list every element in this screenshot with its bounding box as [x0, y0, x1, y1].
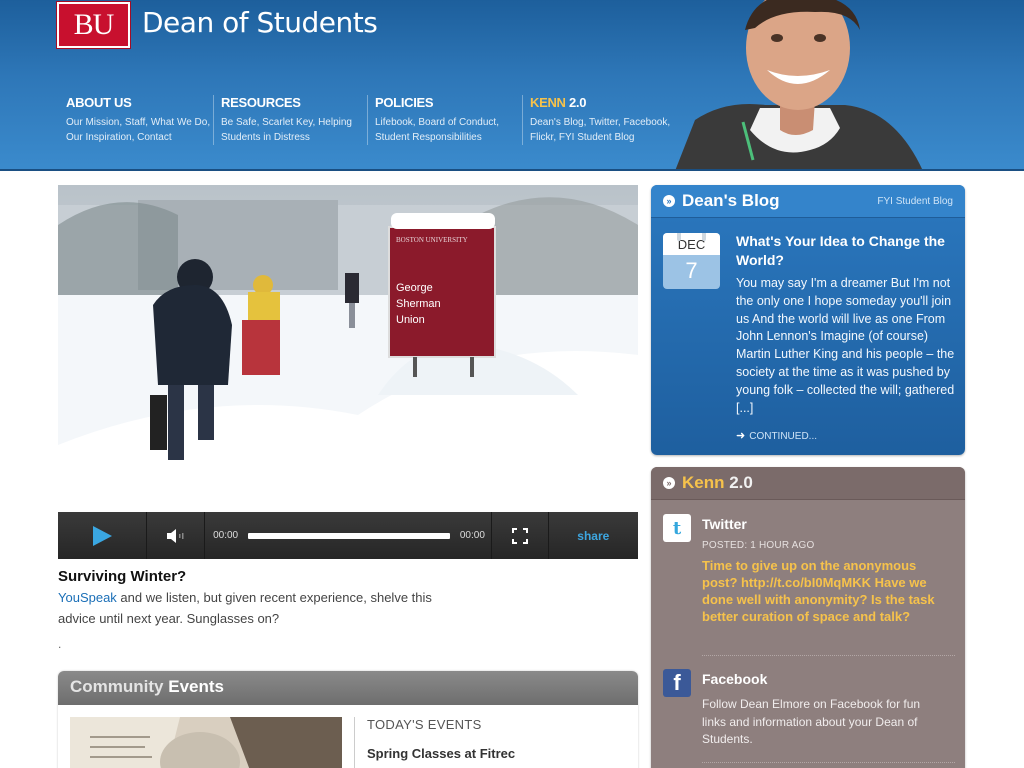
play-button[interactable] [58, 512, 148, 559]
kenn-title-highlight: Kenn [682, 473, 725, 492]
circle-arrow-icon: » [663, 195, 675, 207]
nav-subtitle: Dean's Blog, Twitter, Facebook, Flickr, … [530, 117, 671, 143]
nav-title: ABOUT US [66, 95, 132, 110]
caption-dot: . [58, 637, 62, 651]
video-controls: 00:00 00:00 share [58, 512, 638, 559]
todays-events-label: TODAY'S EVENTS [367, 717, 482, 732]
nav-title: RESOURCES [221, 95, 301, 110]
nav-item-resources[interactable]: RESOURCES Be Safe, Scarlet Key, Helping … [213, 95, 363, 145]
event-title[interactable]: Spring Classes at Fitrec [367, 746, 515, 761]
sign-line-2: Sherman [396, 298, 441, 310]
deans-blog-title[interactable]: Dean's Blog [682, 191, 780, 211]
video-caption: Surviving Winter? YouSpeak and we listen… [58, 568, 438, 629]
sign-line-1: George [396, 282, 433, 294]
video-player[interactable]: BOSTON UNIVERSITY George Sherman Union 0… [58, 185, 638, 559]
calendar-date-badge: DEC 7 [663, 233, 720, 289]
time-total: 00:00 [459, 530, 485, 541]
events-image[interactable] [70, 717, 342, 768]
bu-logo[interactable]: BU [57, 2, 130, 48]
share-label: share [577, 528, 610, 543]
volume-icon [166, 528, 184, 543]
volume-button[interactable] [147, 512, 206, 559]
deans-blog-header: » Dean's Blog FYI Student Blog [651, 185, 965, 218]
calendar-month: DEC [663, 233, 720, 255]
arrow-right-icon: ➜ [736, 430, 746, 442]
nav-subtitle: Lifebook, Board of Conduct, Student Resp… [375, 117, 499, 143]
nav-title-highlight: KENN [530, 95, 566, 110]
blog-post-excerpt: You may say I'm a dreamer But I'm not th… [736, 276, 955, 415]
play-icon [93, 525, 113, 546]
calendar-ring [702, 233, 706, 241]
blog-post-title[interactable]: What's Your Idea to Change the World? [736, 232, 958, 270]
video-still-snow-scene: BOSTON UNIVERSITY George Sherman Union [58, 185, 638, 512]
sign-line-3: Union [396, 314, 425, 326]
continued-link[interactable]: ➜ CONTINUED... [736, 429, 817, 442]
calendar-ring [677, 233, 681, 241]
site-title[interactable]: Dean of Students [142, 6, 378, 39]
kenn-header: » Kenn 2.0 [651, 467, 965, 500]
nav-subtitle: Be Safe, Scarlet Key, Helping Students i… [221, 117, 352, 143]
circle-arrow-icon: » [663, 477, 675, 489]
facebook-text: Follow Dean Elmore on Facebook for fun l… [702, 697, 921, 746]
nav-title: POLICIES [375, 95, 434, 110]
community-title-bold: Events [168, 677, 224, 696]
fullscreen-button[interactable] [490, 512, 549, 559]
community-title-light: Community [70, 677, 169, 696]
progress-bar[interactable] [248, 532, 450, 539]
video-caption-title[interactable]: Surviving Winter? [58, 568, 438, 585]
video-frame[interactable]: BOSTON UNIVERSITY George Sherman Union [58, 185, 638, 512]
video-caption-text: YouSpeak and we listen, but given recent… [58, 587, 438, 629]
fullscreen-icon [511, 527, 528, 544]
facebook-icon[interactable]: f [663, 669, 691, 697]
nav-item-policies[interactable]: POLICIES Lifebook, Board of Conduct, Stu… [367, 95, 517, 145]
fyi-student-blog-link[interactable]: FYI Student Blog [877, 196, 953, 207]
nav-item-about-us[interactable]: ABOUT US Our Mission, Staff, What We Do,… [66, 95, 216, 145]
divider [702, 762, 955, 763]
sign-top-text: BOSTON UNIVERSITY [396, 236, 468, 244]
student-portrait [675, 0, 923, 171]
nav-item-kenn[interactable]: KENN 2.0 Dean's Blog, Twitter, Facebook,… [522, 95, 672, 145]
calendar-day: 7 [685, 258, 698, 283]
nav-title-rest: 2.0 [565, 95, 587, 110]
deans-blog-panel: » Dean's Blog FYI Student Blog DEC 7 Wha… [651, 185, 965, 455]
site-header: BU Dean of Students ABOUT US Our Mission… [0, 0, 1024, 171]
continued-label: CONTINUED... [749, 431, 817, 442]
tweet-text[interactable]: Time to give up on the anonymous post? h… [702, 557, 952, 625]
logo-text: BU [73, 8, 115, 41]
twitter-icon[interactable]: t [663, 514, 691, 542]
community-events-panel: Community Events TODAY'S EVENTS Spring C… [58, 671, 638, 768]
nav-title: KENN 2.0 [530, 95, 672, 111]
nav-subtitle: Our Mission, Staff, What We Do, Our Insp… [66, 117, 211, 143]
kenn-title-rest: 2.0 [724, 473, 753, 492]
kenn-panel: » Kenn 2.0 t Twitter POSTED: 1 HOUR AGO … [651, 467, 965, 768]
twitter-label[interactable]: Twitter [702, 516, 747, 532]
share-button[interactable]: share [549, 512, 638, 559]
community-events-header: Community Events [58, 671, 638, 705]
youspeak-link[interactable]: YouSpeak [58, 590, 117, 605]
time-current: 00:00 [213, 530, 239, 541]
tweet-posted-time: POSTED: 1 HOUR AGO [702, 540, 815, 551]
divider [702, 655, 955, 656]
kenn-title[interactable]: Kenn 2.0 [682, 473, 753, 493]
events-divider [354, 717, 355, 768]
facebook-label[interactable]: Facebook [702, 671, 767, 687]
